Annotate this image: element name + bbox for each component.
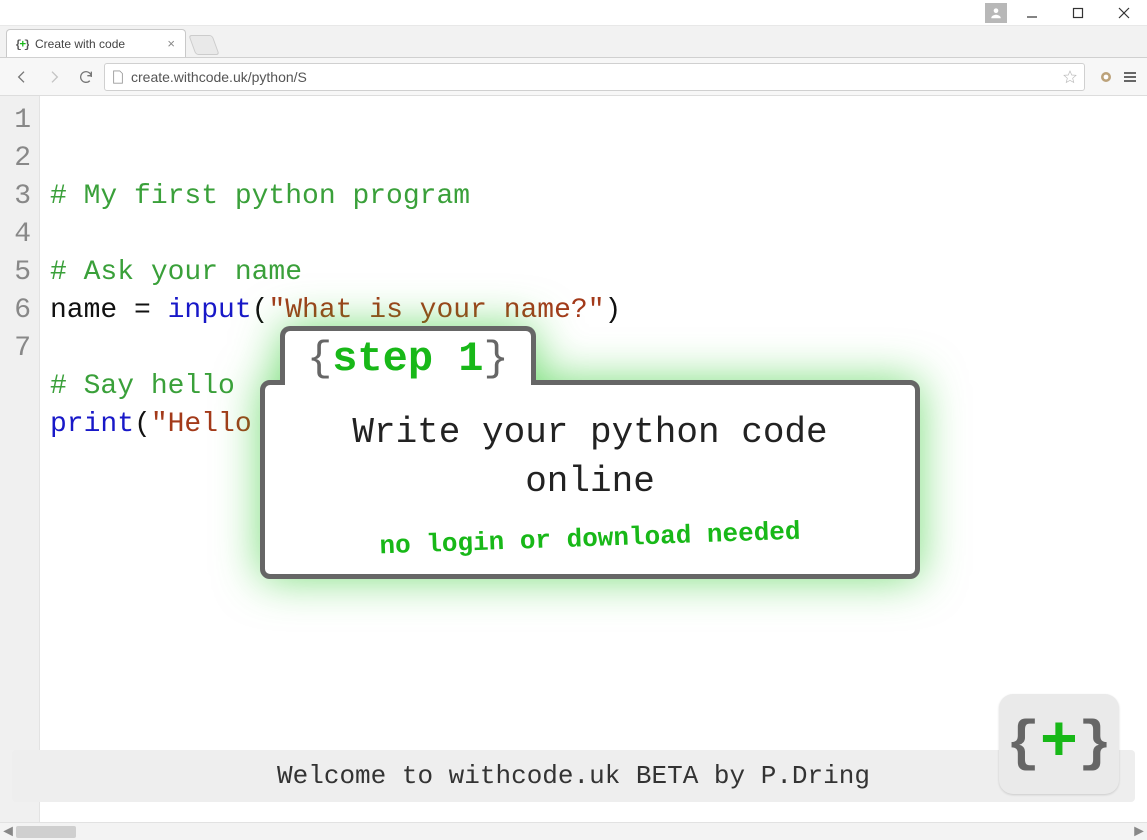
tutorial-callout: {step 1} Write your python code online n… xyxy=(260,326,920,579)
close-window-button[interactable] xyxy=(1101,0,1147,26)
callout-sub-text: no login or download needed xyxy=(293,514,888,565)
code-comment: # My first python program xyxy=(50,181,470,212)
line-number: 6 xyxy=(0,292,31,330)
menu-icon[interactable] xyxy=(1121,68,1139,86)
reload-button[interactable] xyxy=(72,63,100,91)
url-text: create.withcode.uk/python/S xyxy=(131,69,307,85)
browser-tabstrip: {+} Create with code × xyxy=(0,26,1147,58)
brace-close: } xyxy=(1078,712,1112,776)
line-number: 3 xyxy=(0,178,31,216)
scroll-thumb[interactable] xyxy=(16,826,76,838)
line-gutter: 1 2 3 4 5 6 7 xyxy=(0,96,40,822)
browser-toolbar: create.withcode.uk/python/S xyxy=(0,58,1147,96)
horizontal-scrollbar[interactable]: ◄ ► xyxy=(0,822,1147,840)
back-button[interactable] xyxy=(8,63,36,91)
line-number: 1 xyxy=(0,102,31,140)
scroll-right-arrow[interactable]: ► xyxy=(1131,823,1147,840)
browser-tab[interactable]: {+} Create with code × xyxy=(6,29,186,57)
line-number: 5 xyxy=(0,254,31,292)
page-icon xyxy=(111,70,125,84)
window-titlebar xyxy=(0,0,1147,26)
tab-title: Create with code xyxy=(35,37,125,51)
maximize-button[interactable] xyxy=(1055,0,1101,26)
brace-close: } xyxy=(483,335,508,383)
svg-text:}: } xyxy=(24,39,29,51)
callout-tab: {step 1} xyxy=(280,326,536,385)
favicon-icon: {+} xyxy=(15,37,29,51)
new-tab-button[interactable] xyxy=(188,35,219,55)
current-line-highlight xyxy=(0,102,1147,140)
callout-body: Write your python code online no login o… xyxy=(260,380,920,579)
code-line: name = input("What is your name?") xyxy=(50,295,621,326)
account-icon[interactable] xyxy=(985,3,1007,23)
address-bar[interactable]: create.withcode.uk/python/S xyxy=(104,63,1085,91)
run-button[interactable]: {+} xyxy=(999,694,1119,794)
minimize-button[interactable] xyxy=(1009,0,1055,26)
line-number: 4 xyxy=(0,216,31,254)
line-number: 7 xyxy=(0,330,31,368)
bookmark-star-icon[interactable] xyxy=(1062,69,1078,85)
brace-open: { xyxy=(1006,712,1040,776)
run-button-label: {+} xyxy=(1006,712,1112,776)
code-comment: # Say hello xyxy=(50,371,235,402)
status-bar: Welcome to withcode.uk BETA by P.Dring xyxy=(12,750,1135,802)
scroll-left-arrow[interactable]: ◄ xyxy=(0,823,16,840)
code-comment: # Ask your name xyxy=(50,257,302,288)
extension-icon[interactable] xyxy=(1097,68,1115,86)
editor-area: 1 2 3 4 5 6 7 # My first python program … xyxy=(0,96,1147,822)
forward-button[interactable] xyxy=(40,63,68,91)
line-number: 2 xyxy=(0,140,31,178)
step-label: step 1 xyxy=(332,335,483,383)
callout-main-text: Write your python code online xyxy=(293,409,887,506)
status-text: Welcome to withcode.uk BETA by P.Dring xyxy=(277,761,870,791)
brace-open: { xyxy=(307,335,332,383)
close-tab-icon[interactable]: × xyxy=(167,36,175,51)
